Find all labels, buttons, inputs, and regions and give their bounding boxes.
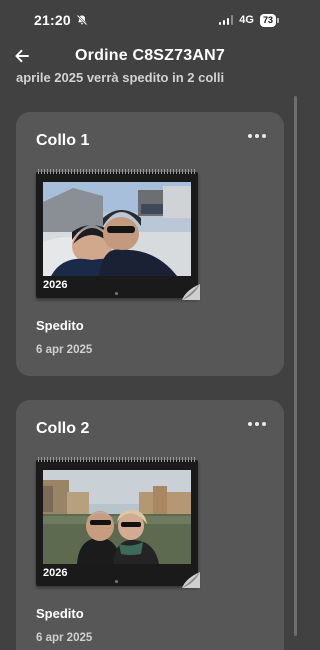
package-title: Collo 1 <box>36 132 90 149</box>
page-curl <box>182 572 200 588</box>
status-time: 21:20 <box>34 12 71 28</box>
calendar-hole <box>115 292 118 295</box>
status-right: 4G 73 <box>218 13 280 27</box>
order-subtitle: aprile 2025 verrà spedito in 2 colli <box>16 70 225 85</box>
calendar-photo <box>43 182 191 276</box>
page-curl <box>182 284 200 300</box>
calendar-year: 2026 <box>43 567 68 579</box>
header: Ordine C8SZ73AN7 <box>0 42 300 70</box>
calendar-thumbnail[interactable]: 2026 <box>36 169 200 300</box>
package-card-2[interactable]: Collo 2 2026 Spedito 6 apr 2025 <box>16 400 284 650</box>
more-options-button[interactable] <box>244 128 270 144</box>
package-card-1[interactable]: Collo 1 2026 Spedito 6 apr 2025 <box>16 112 284 376</box>
page-title: Ordine C8SZ73AN7 <box>75 47 225 64</box>
calendar-spiral <box>38 169 196 174</box>
network-type: 4G <box>239 14 254 26</box>
back-arrow-icon[interactable] <box>12 46 32 66</box>
shipping-date: 6 apr 2025 <box>36 344 93 356</box>
calendar-hole <box>115 580 118 583</box>
shipping-date: 6 apr 2025 <box>36 632 93 644</box>
more-options-button[interactable] <box>244 416 270 432</box>
shipping-status: Spedito <box>36 606 84 621</box>
status-bar: 21:20 4G 73 <box>0 0 300 40</box>
package-title: Collo 2 <box>36 420 90 437</box>
calendar-spiral <box>38 457 196 462</box>
scrollbar[interactable] <box>294 96 297 636</box>
calendar-photo <box>43 470 191 564</box>
calendar-year: 2026 <box>43 279 68 291</box>
battery-icon: 73 <box>259 13 280 27</box>
shipping-status: Spedito <box>36 318 84 333</box>
bell-off-icon <box>76 14 88 26</box>
signal-icon <box>218 15 234 25</box>
calendar-thumbnail[interactable]: 2026 <box>36 457 200 588</box>
status-left: 21:20 <box>34 12 88 28</box>
